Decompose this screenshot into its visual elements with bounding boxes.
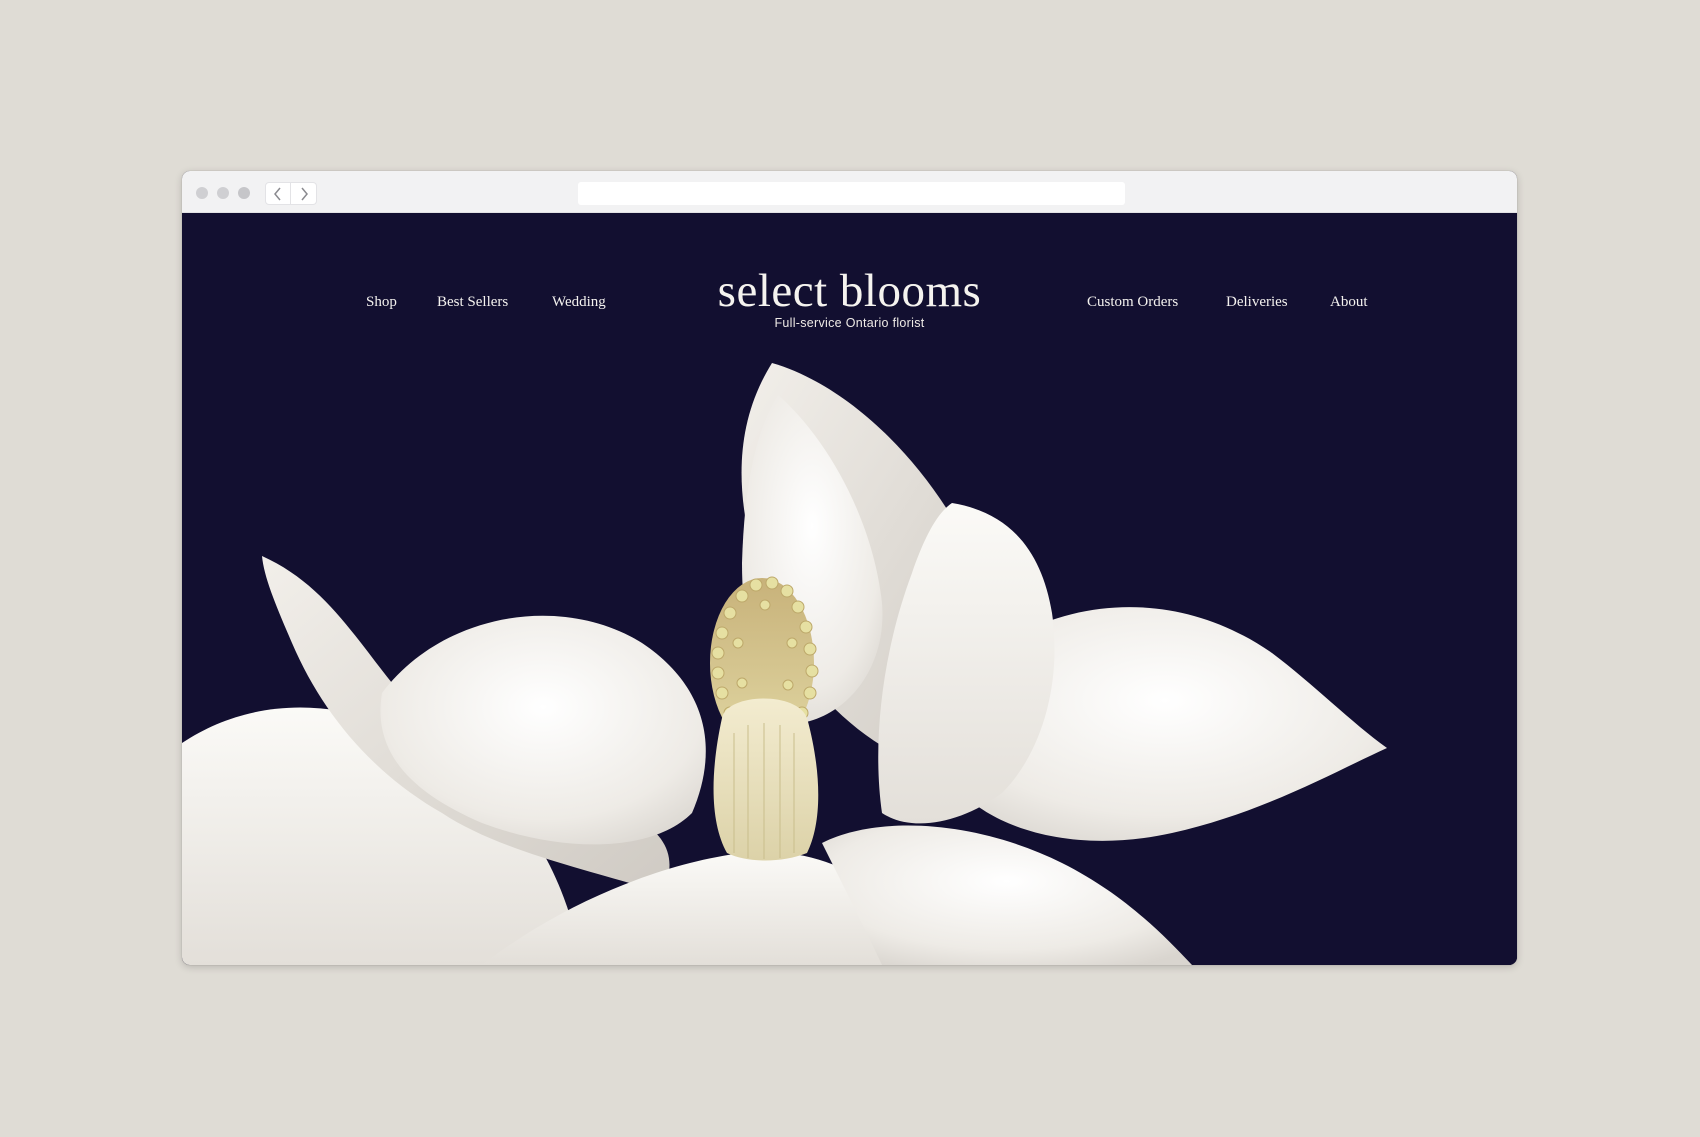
nav-custom-orders[interactable]: Custom Orders	[1087, 294, 1178, 311]
site-logo[interactable]: select blooms	[182, 265, 1517, 317]
address-bar[interactable]	[578, 182, 1125, 205]
window-minimize-dot[interactable]	[217, 187, 229, 199]
site-page: Shop Best Sellers Wedding select blooms …	[182, 213, 1517, 965]
browser-toolbar	[182, 171, 1517, 213]
window-close-dot[interactable]	[196, 187, 208, 199]
site-tagline: Full-service Ontario florist	[774, 316, 925, 330]
window-zoom-dot[interactable]	[238, 187, 250, 199]
back-button[interactable]	[265, 182, 291, 205]
chevron-right-icon	[300, 187, 308, 200]
nav-deliveries[interactable]: Deliveries	[1226, 294, 1288, 311]
chevron-left-icon	[274, 187, 281, 200]
browser-window: Shop Best Sellers Wedding select blooms …	[182, 171, 1517, 965]
forward-button[interactable]	[291, 182, 317, 205]
nav-about[interactable]: About	[1330, 294, 1368, 311]
